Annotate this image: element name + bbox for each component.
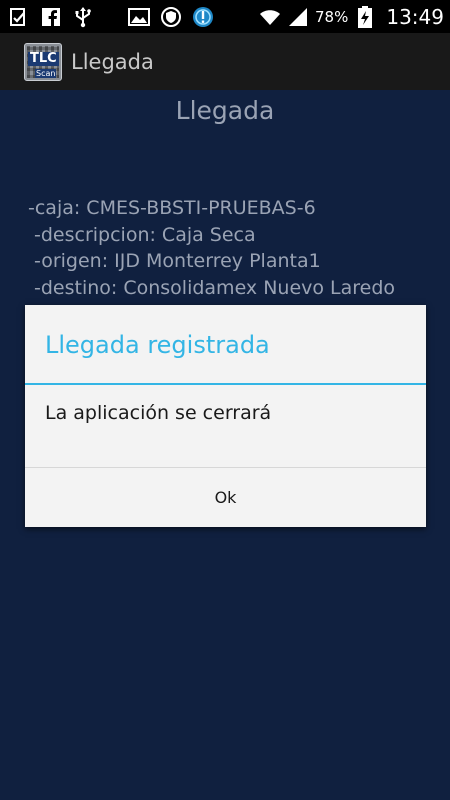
signal-icon (287, 6, 309, 28)
action-bar-title: Llegada (71, 49, 154, 74)
alert-dialog: Llegada registrada La aplicación se cerr… (25, 305, 426, 527)
status-bar: 78% 13:49 (0, 0, 450, 33)
action-bar: TLC Scan Llegada (0, 33, 450, 90)
alert-icon (192, 6, 214, 28)
checklist-icon (8, 6, 30, 28)
wifi-icon (259, 6, 281, 28)
clock: 13:49 (386, 4, 444, 29)
dialog-title: Llegada registrada (45, 331, 270, 359)
image-icon (128, 6, 150, 28)
logo-subtext: Scan (35, 68, 57, 78)
facebook-icon (40, 6, 62, 28)
dialog-title-divider (25, 383, 426, 385)
logo-text: TLC (28, 50, 59, 66)
dialog-message: La aplicación se cerrará (45, 402, 272, 424)
app-logo-icon[interactable]: TLC Scan (24, 42, 62, 81)
notification-icons (0, 6, 214, 28)
system-status: 78% 13:49 (259, 0, 444, 33)
shield-icon (160, 6, 182, 28)
battery-charging-icon (354, 5, 376, 28)
usb-icon (72, 6, 94, 28)
battery-percent: 78% (315, 7, 349, 26)
ok-button[interactable]: Ok (25, 468, 426, 527)
